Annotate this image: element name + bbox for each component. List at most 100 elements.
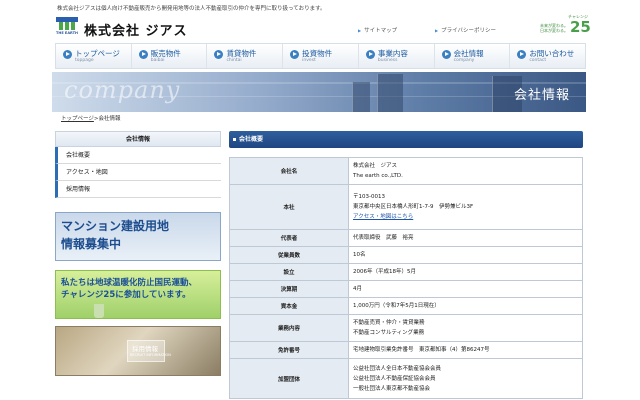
row-value-line: 不動産売買・仲介・賃貸業務 (353, 320, 425, 326)
row-value-line: 一般社団法人東京都不動産協会 (353, 385, 431, 392)
row-value-line: 公益社団法人不動産保証協会会員 (353, 375, 436, 382)
challenge25-banner[interactable]: 私たちは地球温暖化防止国民運動、 チャレンジ25に参加しています。 (55, 270, 221, 319)
nav-item-rental[interactable]: 賃貸物件 chintai (207, 44, 284, 68)
nav-sublabel: contact (529, 58, 547, 63)
row-value-line: The earth co.,LTD. (353, 173, 403, 179)
circle-arrow-icon (138, 50, 148, 59)
sitemap-link[interactable]: ▶ サイトマップ (358, 26, 397, 34)
row-label: 会社名 (229, 157, 349, 185)
recruit-banner[interactable]: 採用情報 RECRUIT INFORMATION (55, 326, 221, 376)
mansion-land-banner[interactable]: マンション建設用地 情報募集中 (55, 212, 221, 261)
hero-building (377, 74, 403, 112)
table-row: 決算期 4月 (229, 280, 583, 298)
banner-text: 採用情報 (132, 345, 158, 353)
nav-sublabel: company (453, 58, 475, 63)
header-tagline: 株式会社ジアスは個人向け不動産販売から開発用地等の法人不動産取引の仲介を専門に取… (57, 6, 326, 12)
nav-item-contact[interactable]: お問い合わせ contact (510, 44, 585, 68)
company-name[interactable]: 株式会社 ジアス (84, 20, 188, 39)
breadcrumb-home-link[interactable]: トップページ (61, 116, 94, 122)
nav-item-business[interactable]: 事業内容 business (359, 44, 435, 68)
row-value: 宅地建物取引業免許番号 東京都知事（4）第86247号 (348, 341, 583, 359)
row-value: 4月 (348, 280, 583, 298)
access-map-link[interactable]: アクセス・地図はこちら (353, 214, 413, 220)
row-label: 設立 (229, 263, 349, 281)
row-label: 代表者 (229, 229, 349, 247)
challenge25-number: 25 (570, 18, 591, 36)
global-nav: トップページ toppage 販売物件 baibai 賃貸物件 chintai 投資物… (55, 43, 586, 69)
nav-sublabel: baibai (150, 58, 165, 63)
row-label: 資本金 (229, 297, 349, 315)
privacy-policy-link[interactable]: ▶ プライバシーポリシー (435, 26, 496, 34)
sidebar-item-recruit[interactable]: 採用情報 (55, 181, 221, 198)
nav-sublabel: chintai (226, 58, 242, 63)
hero-building (352, 82, 370, 112)
table-row: 加盟団体 公益社団法人全日本不動産協会会員 公益社団法人不動産保証協会会員 一般… (229, 358, 583, 399)
row-label: 決算期 (229, 280, 349, 298)
row-value-line: 株式会社 ジアス (353, 163, 398, 169)
challenge25-logo[interactable]: 未来が変わる。 日本が変わる。 チャレンジ 25 (540, 14, 596, 38)
row-label: 免許番号 (229, 341, 349, 359)
row-value-line: 東京都中央区日本橋人形町1-7-9 伊勢兼ビル3F (353, 204, 474, 210)
company-logo[interactable]: THE EARTH (56, 17, 78, 36)
circle-arrow-icon (517, 50, 527, 59)
table-row: 本社 〒103-0013 東京都中央区日本橋人形町1-7-9 伊勢兼ビル3F ア… (229, 184, 583, 230)
sidebar-heading: 会社情報 (55, 131, 221, 147)
nav-item-top[interactable]: トップページ toppage (56, 44, 132, 68)
sitemap-link-label: サイトマップ (364, 28, 398, 34)
banner-text: チャレンジ25に参加しています。 (61, 290, 191, 300)
sidebar-item-overview[interactable]: 会社概要 (55, 147, 221, 164)
row-label: 本社 (229, 184, 349, 230)
nav-sublabel: toppage (75, 58, 94, 63)
glass-icon (94, 304, 104, 318)
row-label: 業務内容 (229, 314, 349, 342)
row-value: 10名 (348, 246, 583, 264)
row-value-line: 1,000万円（令和7年5月1日現在） (353, 303, 440, 309)
table-row: 設立 2006年（平成18年）5月 (229, 263, 583, 281)
circle-arrow-icon (365, 50, 375, 59)
banner-text: 情報募集中 (61, 237, 122, 251)
row-value: 代表取締役 武藤 裕亮 (348, 229, 583, 247)
challenge25-slogan: 未来が変わる。 日本が変わる。 (540, 23, 568, 33)
row-value-line: 〒103-0013 (353, 194, 385, 200)
banner-text: マンション建設用地 (61, 219, 170, 233)
row-value: 1,000万円（令和7年5月1日現在） (348, 297, 583, 315)
circle-arrow-icon (290, 50, 300, 59)
row-label: 加盟団体 (229, 358, 349, 399)
sidebar: 会社情報 会社概要 アクセス・地図 採用情報 (55, 131, 221, 198)
row-value-line: 2006年（平成18年）5月 (353, 269, 416, 275)
square-bullet-icon (233, 138, 236, 141)
privacy-policy-link-label: プライバシーポリシー (441, 28, 496, 34)
hero-word: company (64, 76, 181, 104)
row-value: 2006年（平成18年）5月 (348, 263, 583, 281)
circle-arrow-icon (214, 50, 224, 59)
table-row: 業務内容 不動産売買・仲介・賃貸業務 不動産コンサルティング業務 (229, 314, 583, 342)
row-value: 株式会社 ジアス The earth co.,LTD. (348, 157, 583, 185)
logo-mark-icon (56, 17, 78, 30)
table-row: 代表者 代表取締役 武藤 裕亮 (229, 229, 583, 247)
circle-arrow-icon (63, 50, 72, 59)
page-title: 会社情報 (513, 88, 570, 103)
circle-arrow-icon (441, 50, 451, 59)
logo-caption: THE EARTH (56, 31, 78, 35)
table-row: 会社名 株式会社 ジアス The earth co.,LTD. (229, 157, 583, 185)
triangle-bullet-icon: ▶ (435, 28, 439, 33)
row-value-line: 公益社団法人全日本不動産協会会員 (353, 365, 442, 372)
nav-sublabel: business (377, 58, 398, 63)
row-value-line: 10名 (353, 252, 366, 258)
row-value-line: 不動産コンサルティング業務 (353, 330, 425, 336)
challenge25-slogan-line2: 日本が変わる。 (540, 28, 568, 33)
nav-sublabel: invest (302, 58, 316, 63)
sidebar-item-access[interactable]: アクセス・地図 (55, 164, 221, 181)
banner-text: 私たちは地球温暖化防止国民運動、 (61, 278, 198, 288)
nav-item-sales[interactable]: 販売物件 baibai (132, 44, 208, 68)
company-profile-table: 会社名 株式会社 ジアス The earth co.,LTD. 本社 〒103-… (229, 157, 583, 399)
section-heading: 会社概要 (229, 131, 583, 148)
row-value: 不動産売買・仲介・賃貸業務 不動産コンサルティング業務 (348, 314, 583, 342)
nav-item-company[interactable]: 会社情報 company (435, 44, 511, 68)
row-value-line: 4月 (353, 286, 362, 292)
nav-item-invest[interactable]: 投資物件 invest (283, 44, 359, 68)
table-row: 免許番号 宅地建物取引業免許番号 東京都知事（4）第86247号 (229, 341, 583, 359)
row-label: 従業員数 (229, 246, 349, 264)
table-row: 資本金 1,000万円（令和7年5月1日現在） (229, 297, 583, 315)
hero-banner: company 会社情報 (52, 72, 586, 112)
